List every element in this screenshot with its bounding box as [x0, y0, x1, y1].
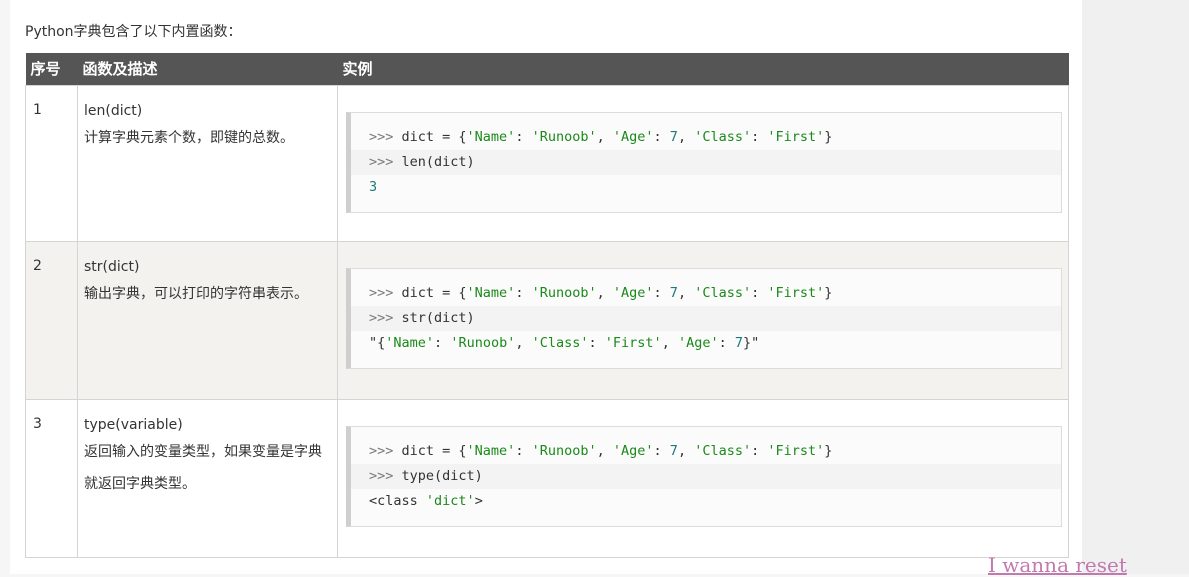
right-sidebar: [1082, 0, 1189, 574]
example-cell: >>> dict = {'Name': 'Runoob', 'Age': 7, …: [337, 399, 1069, 558]
function-name: len(dict): [84, 103, 143, 119]
code-block: >>> dict = {'Name': 'Runoob', 'Age': 7, …: [346, 426, 1062, 527]
function-description-cell: type(variable) 返回输入的变量类型，如果变量是字典就返回字典类型。: [77, 399, 338, 558]
code-line: 3: [369, 179, 378, 195]
header-number: 序号: [25, 53, 78, 86]
builtin-functions-table: 序号 函数及描述 实例 1 len(dict) 计算字典元素个数，即键的总数。 …: [25, 53, 1069, 558]
watermark-text: I wanna reset: [988, 553, 1127, 577]
table-header-row: 序号 函数及描述 实例: [25, 53, 1069, 86]
function-name: str(dict): [84, 259, 140, 275]
table-row: 3 type(variable) 返回输入的变量类型，如果变量是字典就返回字典类…: [25, 399, 1069, 558]
code-line: >>> type(dict): [351, 464, 1061, 489]
row-number: 1: [25, 85, 78, 242]
table-row: 2 str(dict) 输出字典，可以打印的字符串表示。 >>> dict = …: [25, 241, 1069, 400]
code-line: >>> dict = {'Name': 'Runoob', 'Age': 7, …: [369, 129, 833, 145]
example-cell: >>> dict = {'Name': 'Runoob', 'Age': 7, …: [337, 85, 1069, 242]
code-line: >>> dict = {'Name': 'Runoob', 'Age': 7, …: [369, 285, 833, 301]
example-cell: >>> dict = {'Name': 'Runoob', 'Age': 7, …: [337, 241, 1069, 400]
code-line: "{'Name': 'Runoob', 'Class': 'First', 'A…: [369, 335, 760, 351]
function-description: 返回输入的变量类型，如果变量是字典就返回字典类型。: [84, 444, 322, 492]
table-row: 1 len(dict) 计算字典元素个数，即键的总数。 >>> dict = {…: [25, 85, 1069, 242]
function-description-cell: len(dict) 计算字典元素个数，即键的总数。: [77, 85, 338, 242]
code-line: >>> len(dict): [351, 150, 1061, 175]
code-block: >>> dict = {'Name': 'Runoob', 'Age': 7, …: [346, 112, 1062, 213]
header-example: 实例: [337, 53, 1069, 86]
row-number: 2: [25, 241, 78, 400]
function-description: 输出字典，可以打印的字符串表示。: [84, 286, 308, 302]
code-line: >>> str(dict): [351, 306, 1061, 331]
function-name: type(variable): [84, 417, 183, 433]
code-block: >>> dict = {'Name': 'Runoob', 'Age': 7, …: [346, 268, 1062, 369]
function-description: 计算字典元素个数，即键的总数。: [84, 130, 294, 146]
code-line: <class 'dict'>: [369, 493, 483, 509]
function-description-cell: str(dict) 输出字典，可以打印的字符串表示。: [77, 241, 338, 400]
intro-text: Python字典包含了以下内置函数：: [25, 24, 242, 40]
header-function-description: 函数及描述: [77, 53, 338, 86]
code-line: >>> dict = {'Name': 'Runoob', 'Age': 7, …: [369, 443, 833, 459]
row-number: 3: [25, 399, 78, 558]
